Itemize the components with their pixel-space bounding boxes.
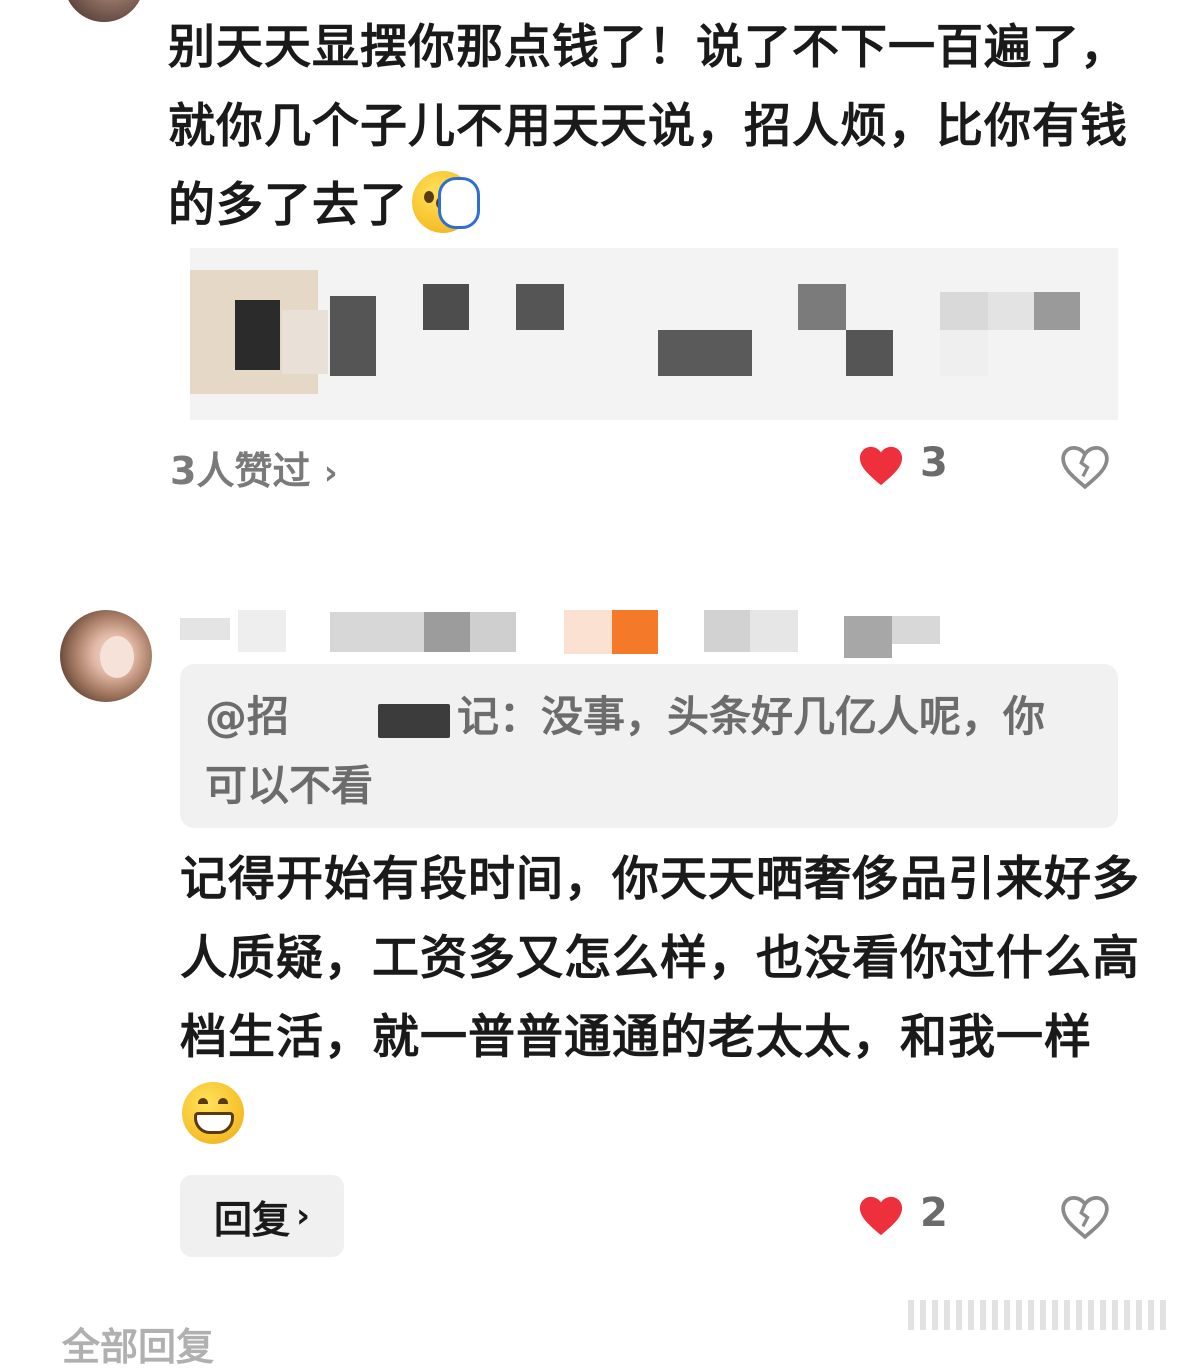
quoted-reply-text: @招 记：没事，头条好几亿人呢，你可以不看 xyxy=(205,692,1046,810)
heart-icon[interactable] xyxy=(858,443,904,489)
blurred-username[interactable] xyxy=(180,610,1040,660)
chevron-right-icon: › xyxy=(296,1196,311,1236)
likers-link[interactable]: 3人赞过 › xyxy=(170,440,338,495)
blurred-mention xyxy=(378,704,450,738)
like-count: 2 xyxy=(920,1190,948,1236)
like-count: 3 xyxy=(920,440,948,486)
avatar[interactable] xyxy=(64,0,144,22)
broken-heart-icon[interactable] xyxy=(1060,442,1110,492)
watermark xyxy=(908,1300,1166,1330)
reply-button[interactable]: 回复 › xyxy=(180,1175,344,1257)
comment-text: 记得开始有段时间，你天天晒奢侈品引来好多人质疑，工资多又怎么样，也没看你过什么高… xyxy=(180,840,1140,1156)
broken-heart-icon[interactable] xyxy=(1060,1192,1110,1242)
all-replies-heading: 全部回复 xyxy=(62,1325,215,1369)
chevron-right-icon: › xyxy=(323,453,338,493)
face-palm-emoji-icon xyxy=(412,171,480,233)
heart-icon[interactable] xyxy=(858,1193,904,1239)
comment-text: 别天天显摆你那点钱了！说了不下一百遍了，就你几个子儿不用天天说，招人烦，比你有钱… xyxy=(168,20,1128,233)
avatar[interactable] xyxy=(60,610,152,702)
blurred-link-card[interactable] xyxy=(190,248,1118,420)
grinning-face-emoji-icon xyxy=(182,1082,244,1144)
